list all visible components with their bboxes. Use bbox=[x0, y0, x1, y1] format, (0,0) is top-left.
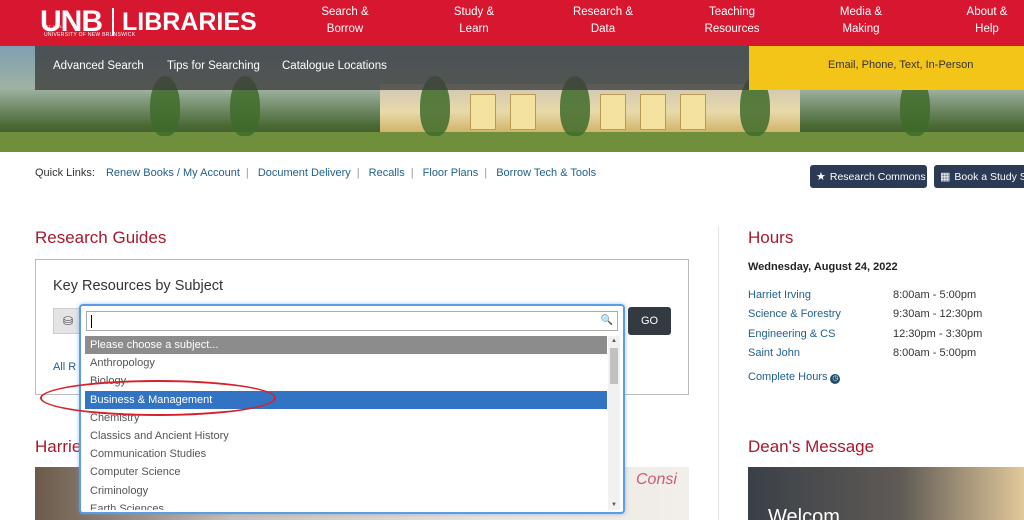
subject-option[interactable]: Anthropology bbox=[85, 354, 607, 372]
hero-window bbox=[640, 94, 666, 130]
subject-option[interactable]: Communication Studies bbox=[85, 445, 607, 463]
nav-label-line2: Borrow bbox=[326, 23, 364, 35]
quick-link-document-delivery[interactable]: Document Delivery bbox=[258, 167, 351, 179]
go-button[interactable]: GO bbox=[628, 307, 671, 335]
nav-label-line2: Resources bbox=[704, 23, 760, 35]
research-guides-heading: Research Guides bbox=[35, 228, 167, 247]
nav-label-line1: Study & bbox=[453, 6, 495, 18]
quick-link-borrow-tech[interactable]: Borrow Tech & Tools bbox=[496, 167, 596, 179]
quick-links: Quick Links: Renew Books / My Account | D… bbox=[35, 167, 596, 179]
hours-row: Harriet Irving 8:00am - 5:00pm bbox=[748, 289, 1018, 301]
hours-location-link[interactable]: Saint John bbox=[748, 347, 800, 359]
hours-time: 9:30am - 12:30pm bbox=[893, 308, 983, 320]
scroll-down-arrow-icon[interactable]: ▼ bbox=[611, 502, 617, 508]
hero-window bbox=[470, 94, 496, 130]
subject-option[interactable]: Earth Sciences bbox=[85, 500, 607, 510]
quick-link-renew[interactable]: Renew Books / My Account bbox=[106, 167, 240, 179]
column-divider bbox=[718, 226, 719, 520]
research-commons-label: Research Commons bbox=[829, 170, 926, 183]
text-caret bbox=[91, 315, 92, 328]
hours-row: Saint John 8:00am - 5:00pm bbox=[748, 347, 1018, 359]
quick-link-recalls[interactable]: Recalls bbox=[369, 167, 405, 179]
nav-media-making[interactable]: Media & Making bbox=[821, 4, 901, 38]
contact-text: Email, Phone, Text, In-Person bbox=[828, 59, 974, 71]
contact-bar[interactable]: Email, Phone, Text, In-Person bbox=[749, 46, 1024, 90]
hero-window bbox=[680, 94, 706, 130]
book-study-label: Book a Study Sp bbox=[954, 170, 1024, 183]
nav-label-line2: Making bbox=[842, 23, 880, 35]
key-resources-title: Key Resources by Subject bbox=[53, 278, 224, 294]
complete-hours-link[interactable]: Complete Hours ◷ bbox=[748, 371, 841, 384]
separator: | bbox=[484, 167, 488, 179]
hours-time: 8:00am - 5:00pm bbox=[893, 347, 977, 359]
hours-location-link[interactable]: Engineering & CS bbox=[748, 328, 835, 340]
hero-lawn bbox=[0, 132, 1024, 152]
catalogue-locations-link[interactable]: Catalogue Locations bbox=[282, 60, 387, 72]
subject-select-dropdown[interactable]: 🔍 Please choose a subject... Anthropology… bbox=[79, 304, 625, 514]
scroll-up-arrow-icon[interactable]: ▲ bbox=[611, 338, 617, 344]
subject-search-input[interactable]: 🔍 bbox=[86, 311, 618, 331]
nav-label-line1: Teaching bbox=[708, 6, 756, 18]
hours-location-link[interactable]: Harriet Irving bbox=[748, 289, 811, 301]
nav-label-line1: About & bbox=[966, 6, 1008, 18]
clock-icon: ◷ bbox=[830, 374, 841, 384]
search-subnav: Advanced Search Tips for Searching Catal… bbox=[35, 46, 749, 90]
nav-study-learn[interactable]: Study & Learn bbox=[434, 4, 514, 38]
hero-window bbox=[600, 94, 626, 130]
hours-date: Wednesday, August 24, 2022 bbox=[748, 261, 898, 273]
nav-label-line2: Learn bbox=[459, 23, 489, 35]
logo-subtitle: UNIVERSITY OF NEW BRUNSWICK bbox=[44, 32, 136, 38]
complete-hours-label: Complete Hours bbox=[748, 371, 828, 383]
hours-heading: Hours bbox=[748, 228, 794, 247]
advanced-search-link[interactable]: Advanced Search bbox=[53, 60, 144, 72]
image-whiteboard-text: Consi bbox=[636, 471, 677, 488]
subject-option-placeholder[interactable]: Please choose a subject... bbox=[85, 336, 607, 355]
all-resources-link[interactable]: All R bbox=[53, 361, 76, 373]
separator: | bbox=[245, 167, 249, 179]
subject-option[interactable]: Classics and Ancient History bbox=[85, 427, 607, 445]
hours-time: 8:00am - 5:00pm bbox=[893, 289, 977, 301]
nav-label-line2: Help bbox=[975, 23, 999, 35]
separator: | bbox=[410, 167, 414, 179]
dropdown-scrollbar[interactable]: ▲ ▼ bbox=[608, 336, 620, 510]
subject-option[interactable]: Business & Management bbox=[85, 390, 607, 409]
hours-row: Engineering & CS 12:30pm - 3:30pm bbox=[748, 328, 1018, 340]
tips-for-searching-link[interactable]: Tips for Searching bbox=[167, 60, 260, 72]
book-study-space-button[interactable]: ▦ Book a Study Sp bbox=[934, 165, 1024, 188]
nav-research-data[interactable]: Research & Data bbox=[563, 4, 643, 38]
nav-search-borrow[interactable]: Search & Borrow bbox=[305, 4, 385, 38]
research-commons-button[interactable]: ★ Research Commons bbox=[810, 165, 927, 188]
nav-about-help[interactable]: About & Help bbox=[950, 4, 1024, 38]
nav-label-line1: Search & bbox=[321, 6, 369, 18]
deans-message-heading: Dean's Message bbox=[748, 437, 875, 456]
subject-option[interactable]: Chemistry bbox=[85, 409, 607, 427]
deans-message-image-text: Welcom bbox=[768, 506, 840, 520]
quick-link-floor-plans[interactable]: Floor Plans bbox=[423, 167, 479, 179]
quick-links-label: Quick Links: bbox=[35, 167, 95, 179]
calendar-icon: ▦ bbox=[940, 171, 951, 183]
nav-label-line2: Data bbox=[590, 23, 616, 35]
harriet-heading-partial: Harrie bbox=[35, 437, 82, 456]
hours-time: 12:30pm - 3:30pm bbox=[893, 328, 983, 340]
star-icon: ★ bbox=[816, 171, 826, 183]
unb-libraries-logo[interactable]: UNB EST. 1785 UNIVERSITY OF NEW BRUNSWIC… bbox=[40, 4, 257, 40]
subject-option[interactable]: Computer Science bbox=[85, 463, 607, 481]
subject-options-list[interactable]: Please choose a subject... Anthropology Bi… bbox=[85, 336, 607, 510]
nav-teaching-resources[interactable]: Teaching Resources bbox=[692, 4, 772, 38]
subject-option[interactable]: Biology bbox=[85, 372, 607, 390]
subject-option[interactable]: Criminology bbox=[85, 482, 607, 500]
logo-libraries-text: LIBRARIES bbox=[122, 7, 257, 36]
top-navigation-bar: UNB EST. 1785 UNIVERSITY OF NEW BRUNSWIC… bbox=[0, 0, 1024, 46]
logo-est: EST. 1785 bbox=[43, 24, 62, 29]
separator: | bbox=[356, 167, 360, 179]
nav-label-line1: Media & bbox=[839, 6, 883, 18]
hours-row: Science & Forestry 9:30am - 12:30pm bbox=[748, 308, 1018, 320]
nav-label-line1: Research & bbox=[572, 6, 634, 18]
hero-window bbox=[510, 94, 536, 130]
hours-location-link[interactable]: Science & Forestry bbox=[748, 308, 841, 320]
search-icon: 🔍 bbox=[600, 315, 613, 326]
scrollbar-thumb[interactable] bbox=[610, 348, 618, 384]
